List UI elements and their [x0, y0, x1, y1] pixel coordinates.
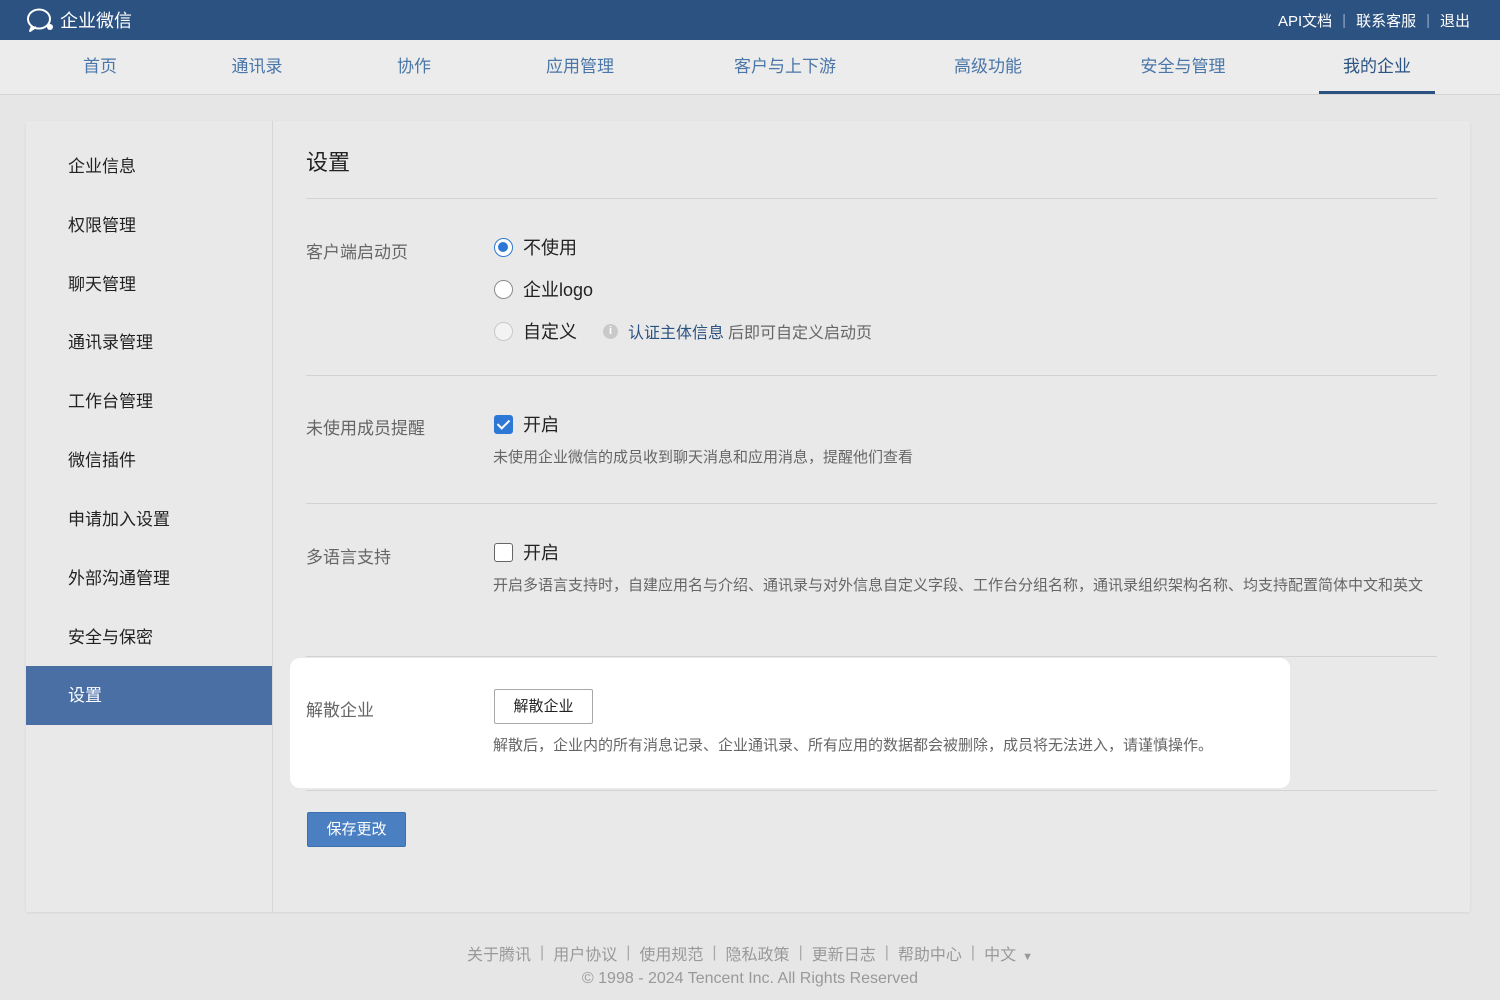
option-label: 企业logo	[523, 280, 594, 300]
page-title: 设置	[306, 150, 351, 175]
sidebar-item-security[interactable]: 安全与保密	[26, 608, 272, 667]
checkbox-label: 开启	[523, 415, 559, 435]
dissolve-highlight	[290, 658, 1290, 788]
radio-button	[494, 321, 513, 341]
dissolve-label: 解散企业	[306, 701, 374, 720]
sidebar-item-enterprise-info[interactable]: 企业信息	[26, 137, 272, 196]
multilang-label: 多语言支持	[306, 548, 391, 567]
divider	[306, 375, 1437, 376]
separator: |	[1342, 11, 1347, 29]
language-selector[interactable]: 中文 ▼	[984, 941, 1033, 965]
nav-advanced[interactable]: 高级功能	[938, 40, 1038, 94]
reminder-toggle[interactable]: 开启	[494, 411, 559, 437]
footer-link-changelog[interactable]: 更新日志	[812, 941, 876, 965]
reminder-desc: 未使用企业微信的成员收到聊天消息和应用消息，提醒他们查看	[493, 449, 914, 466]
save-changes-button[interactable]: 保存更改	[307, 812, 406, 847]
checkbox[interactable]	[494, 542, 513, 562]
checkbox[interactable]	[494, 414, 513, 434]
radio-button[interactable]	[494, 237, 513, 257]
nav-security[interactable]: 安全与管理	[1124, 40, 1242, 94]
settings-content: 设置 客户端启动页 不使用 企业logo 自定义 i 认证主体信息 后即可自定义…	[290, 121, 1437, 912]
multilang-toggle[interactable]: 开启	[494, 539, 559, 565]
option-label: 不使用	[523, 238, 577, 258]
dissolve-enterprise-button[interactable]: 解散企业	[494, 689, 593, 724]
separator: |	[798, 944, 803, 961]
footer-link-about[interactable]: 关于腾讯	[467, 941, 531, 965]
contact-support-link[interactable]: 联系客服	[1356, 10, 1416, 31]
api-docs-link[interactable]: API文档	[1278, 10, 1332, 31]
separator: |	[970, 944, 976, 961]
footer-link-privacy[interactable]: 隐私政策	[726, 941, 790, 965]
info-icon: i	[603, 323, 618, 339]
separator: |	[1426, 11, 1430, 29]
splash-label: 客户端启动页	[306, 243, 408, 262]
top-links: API文档 | 联系客服 | 退出	[1278, 0, 1470, 40]
option-label: 自定义	[523, 322, 577, 342]
nav-app-management[interactable]: 应用管理	[530, 40, 630, 94]
verify-hint: 后即可自定义启动页	[728, 325, 873, 342]
footer-links: 关于腾讯 | 用户协议 | 使用规范 | 隐私政策 | 更新日志 | 帮助中心 …	[0, 941, 1500, 965]
sidebar: 企业信息 权限管理 聊天管理 通讯录管理 工作台管理 微信插件 申请加入设置 外…	[26, 121, 273, 912]
sidebar-item-permissions[interactable]: 权限管理	[26, 196, 272, 255]
wecom-logo-icon	[27, 8, 53, 32]
separator: |	[884, 944, 889, 961]
logout-link[interactable]: 退出	[1440, 10, 1470, 31]
checkbox-label: 开启	[523, 543, 559, 563]
footer-link-help[interactable]: 帮助中心	[898, 941, 962, 965]
splash-option-logo[interactable]: 企业logo	[494, 276, 593, 302]
caret-down-icon: ▼	[1022, 951, 1033, 963]
divider	[306, 503, 1437, 504]
separator: |	[626, 944, 631, 961]
divider	[306, 198, 1437, 199]
nav-contacts[interactable]: 通讯录	[218, 40, 296, 94]
main-nav: 首页 通讯录 协作 应用管理 客户与上下游 高级功能 安全与管理 我的企业	[0, 40, 1500, 95]
sidebar-item-external[interactable]: 外部沟通管理	[26, 549, 272, 608]
sidebar-item-settings[interactable]: 设置	[26, 666, 272, 725]
splash-option-none[interactable]: 不使用	[494, 234, 577, 260]
top-bar: 企业微信 API文档 | 联系客服 | 退出	[0, 0, 1500, 40]
verify-entity-link[interactable]: 认证主体信息	[628, 319, 724, 343]
separator: |	[712, 944, 717, 961]
multilang-desc: 开启多语言支持时，自建应用名与介绍、通讯录与对外信息自定义字段、工作台分组名称，…	[493, 577, 1424, 594]
sidebar-item-join-settings[interactable]: 申请加入设置	[26, 490, 272, 549]
sidebar-item-chat[interactable]: 聊天管理	[26, 255, 272, 314]
radio-button[interactable]	[494, 279, 513, 299]
divider	[306, 656, 1437, 657]
sidebar-item-wechat-plugin[interactable]: 微信插件	[26, 431, 272, 490]
logo[interactable]: 企业微信	[26, 6, 132, 34]
nav-my-enterprise[interactable]: 我的企业	[1319, 40, 1435, 94]
reminder-label: 未使用成员提醒	[306, 419, 425, 438]
nav-customers[interactable]: 客户与上下游	[718, 40, 852, 94]
dissolve-desc: 解散后，企业内的所有消息记录、企业通讯录、所有应用的数据都会被删除，成员将无法进…	[493, 737, 1214, 754]
language-label: 中文	[984, 947, 1017, 964]
sidebar-item-contacts[interactable]: 通讯录管理	[26, 313, 272, 372]
separator: |	[540, 944, 545, 961]
splash-option-custom: 自定义 i 认证主体信息 后即可自定义启动页	[494, 318, 872, 344]
nav-home[interactable]: 首页	[62, 40, 138, 94]
nav-collaboration[interactable]: 协作	[384, 40, 444, 94]
sidebar-item-workbench[interactable]: 工作台管理	[26, 372, 272, 431]
logo-text: 企业微信	[60, 11, 132, 31]
divider	[306, 790, 1437, 791]
copyright: © 1998 - 2024 Tencent Inc. All Rights Re…	[581, 970, 919, 987]
main-panel: 企业信息 权限管理 聊天管理 通讯录管理 工作台管理 微信插件 申请加入设置 外…	[26, 121, 1470, 912]
footer-link-usage-rules[interactable]: 使用规范	[639, 941, 703, 965]
footer-link-agreement[interactable]: 用户协议	[553, 941, 617, 965]
